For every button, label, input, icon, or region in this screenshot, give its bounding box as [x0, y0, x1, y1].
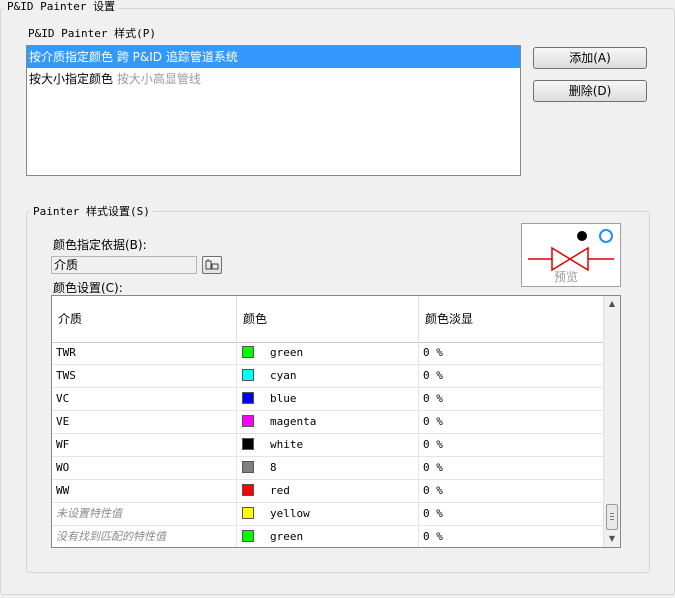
color-cell[interactable]: cyan [237, 365, 419, 387]
fade-cell[interactable]: 0 % [419, 411, 603, 433]
color-cell[interactable]: green [237, 526, 419, 547]
table-row[interactable]: WO 8 0 % [52, 457, 603, 480]
pick-property-button[interactable] [202, 256, 222, 274]
medium-cell: VE [52, 411, 237, 433]
color-basis-label: 颜色指定依据(B): [53, 238, 147, 252]
fade-cell[interactable]: 0 % [419, 434, 603, 456]
table-row[interactable]: WW red 0 % [52, 480, 603, 503]
color-cell[interactable]: red [237, 480, 419, 502]
color-cell[interactable]: yellow [237, 503, 419, 525]
scroll-up-icon[interactable]: ▲ [604, 296, 620, 312]
styles-label: P&ID Painter 样式(P) [28, 27, 156, 40]
table-row[interactable]: 未设置特性值 yellow 0 % [52, 503, 603, 526]
medium-cell: 没有找到匹配的特性值 [52, 526, 237, 547]
medium-cell: TWS [52, 365, 237, 387]
fade-cell[interactable]: 0 % [419, 388, 603, 410]
styles-listbox[interactable]: 按介质指定颜色 跨 P&ID 追踪管道系统 按大小指定颜色 按大小高显管线 [26, 45, 521, 176]
pick-property-icon [205, 259, 219, 270]
color-swatch [242, 415, 254, 427]
color-basis-field[interactable]: 介质 [51, 256, 197, 274]
color-name: blue [270, 392, 297, 405]
color-name: white [270, 438, 304, 451]
color-swatch [242, 346, 254, 358]
column-header-color[interactable]: 颜色 [237, 296, 419, 342]
scroll-down-icon[interactable]: ▼ [604, 531, 620, 547]
color-name: yellow [270, 507, 310, 520]
style-description: 按大小高显管线 [116, 72, 201, 86]
color-swatch [242, 461, 254, 473]
table-row[interactable]: WF white 0 % [52, 434, 603, 457]
color-name: cyan [270, 369, 297, 382]
style-name: 按介质指定颜色 [29, 50, 114, 64]
medium-cell: TWR [52, 342, 237, 364]
add-style-button[interactable]: 添加(A) [533, 47, 647, 69]
color-settings-grid[interactable]: 介质 颜色 颜色淡显 TWR green 0 % TWS cyan 0 % VC blue 0 … [51, 295, 621, 548]
color-cell[interactable]: 8 [237, 457, 419, 479]
fade-cell[interactable]: 0 % [419, 503, 603, 525]
style-list-item[interactable]: 按介质指定颜色 跨 P&ID 追踪管道系统 [27, 46, 520, 68]
column-header-medium[interactable]: 介质 [52, 296, 237, 342]
color-cell[interactable]: green [237, 342, 419, 364]
vertical-scrollbar[interactable]: ▲ ▼ [603, 296, 620, 547]
fade-cell[interactable]: 0 % [419, 457, 603, 479]
color-name: magenta [270, 415, 317, 428]
window-title: P&ID Painter 设置 [4, 0, 119, 14]
table-row[interactable]: VC blue 0 % [52, 388, 603, 411]
color-cell[interactable]: white [237, 434, 419, 456]
color-swatch [242, 438, 254, 450]
preview-panel: 预览 [521, 223, 621, 287]
preview-label: 预览 [554, 270, 579, 284]
medium-cell: WF [52, 434, 237, 456]
color-swatch [242, 507, 254, 519]
grid-header: 介质 颜色 颜色淡显 [52, 296, 603, 343]
table-row[interactable]: VE magenta 0 % [52, 411, 603, 434]
style-list-item[interactable]: 按大小指定颜色 按大小高显管线 [27, 68, 520, 90]
fade-cell[interactable]: 0 % [419, 342, 603, 364]
painter-style-settings-label: Painter 样式设置(S) [30, 203, 153, 219]
color-name: 8 [270, 461, 277, 474]
table-row[interactable]: 没有找到匹配的特性值 green 0 % [52, 526, 603, 547]
table-row[interactable]: TWR green 0 % [52, 342, 603, 365]
color-name: green [270, 530, 304, 543]
fade-cell[interactable]: 0 % [419, 365, 603, 387]
color-swatch [242, 369, 254, 381]
delete-style-button[interactable]: 删除(D) [533, 80, 647, 102]
style-name: 按大小指定颜色 [29, 72, 114, 86]
column-header-fade[interactable]: 颜色淡显 [419, 296, 603, 342]
grid-body: TWR green 0 % TWS cyan 0 % VC blue 0 % VE magenta 0… [52, 342, 603, 547]
medium-cell: 未设置特性值 [52, 503, 237, 525]
medium-cell: WO [52, 457, 237, 479]
scroll-thumb[interactable] [606, 504, 618, 530]
fade-cell[interactable]: 0 % [419, 526, 603, 547]
color-cell[interactable]: magenta [237, 411, 419, 433]
medium-cell: WW [52, 480, 237, 502]
color-swatch [242, 484, 254, 496]
table-row[interactable]: TWS cyan 0 % [52, 365, 603, 388]
color-cell[interactable]: blue [237, 388, 419, 410]
color-swatch [242, 530, 254, 542]
style-description: 跨 P&ID 追踪管道系统 [116, 50, 238, 64]
color-name: green [270, 346, 304, 359]
fade-cell[interactable]: 0 % [419, 480, 603, 502]
color-name: red [270, 484, 290, 497]
color-settings-label: 颜色设置(C): [53, 281, 123, 295]
color-swatch [242, 392, 254, 404]
medium-cell: VC [52, 388, 237, 410]
